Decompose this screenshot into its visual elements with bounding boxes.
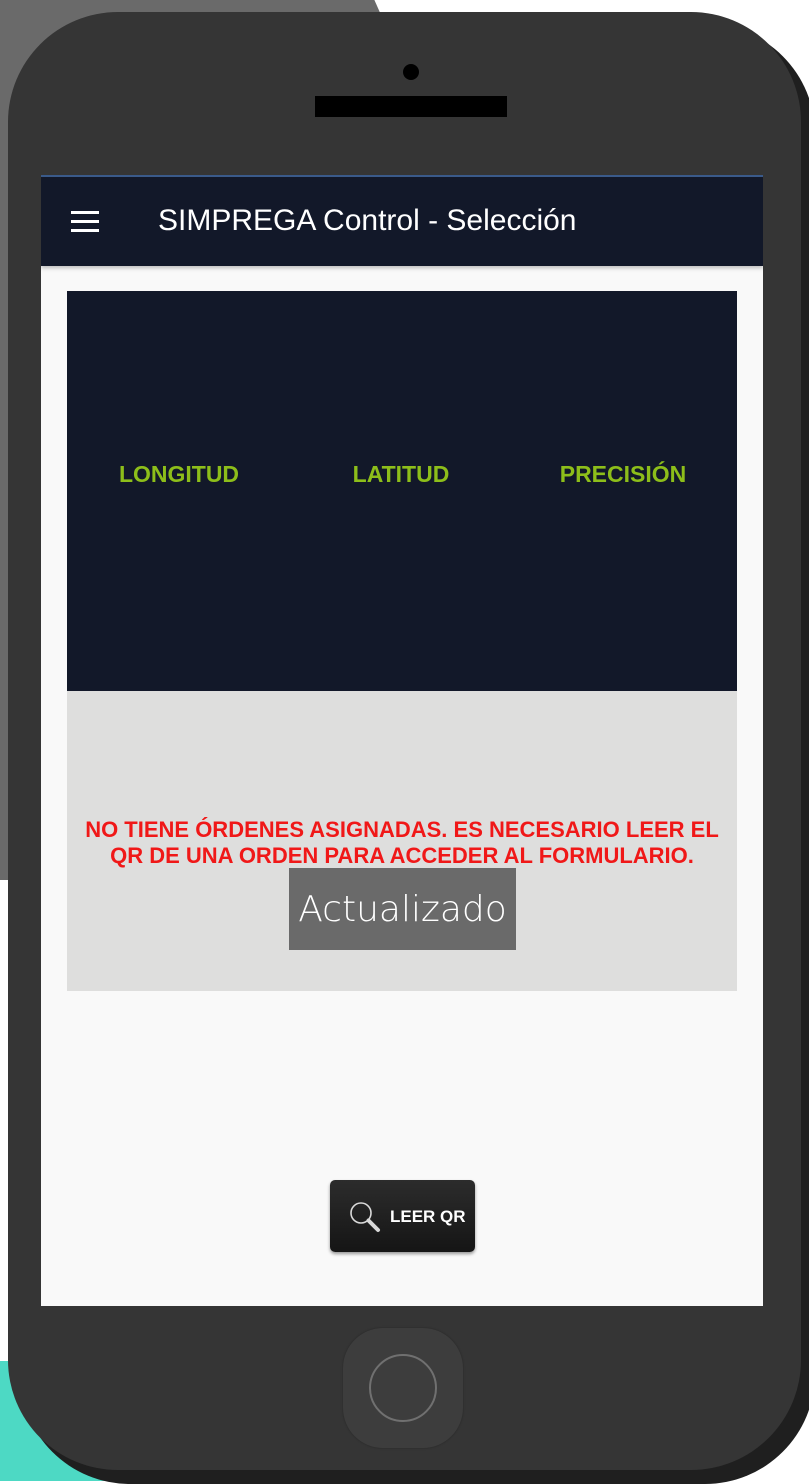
latitude-label: LATITUD bbox=[352, 461, 450, 487]
no-orders-warning: NO TIENE ÓRDENES ASIGNADAS. ES NECESARIO… bbox=[67, 817, 737, 869]
home-button-ring bbox=[369, 1354, 437, 1422]
read-qr-label: LEER QR bbox=[390, 1207, 466, 1226]
hamburger-menu-icon[interactable] bbox=[69, 209, 103, 235]
app-bar: SIMPREGA Control - Selección bbox=[41, 175, 763, 266]
warning-line-2: QR DE UNA ORDEN PARA ACCEDER AL FORMULAR… bbox=[110, 843, 694, 868]
read-qr-button[interactable]: LEER QR bbox=[330, 1180, 475, 1252]
earpiece-speaker bbox=[315, 96, 507, 117]
longitude-label: LONGITUD bbox=[118, 461, 240, 487]
coordinates-panel: LONGITUD LATITUD PRECISIÓN bbox=[67, 291, 737, 691]
app-title: SIMPREGA Control - Selección bbox=[158, 204, 577, 237]
home-button[interactable] bbox=[343, 1328, 463, 1448]
phone-screen: SIMPREGA Control - Selección LONGITUD LA… bbox=[41, 175, 763, 1306]
front-camera bbox=[403, 64, 419, 80]
precision-label: PRECISIÓN bbox=[559, 461, 687, 487]
warning-line-1: NO TIENE ÓRDENES ASIGNADAS. ES NECESARIO… bbox=[85, 817, 719, 842]
updated-toast: Actualizado bbox=[289, 868, 516, 950]
search-icon bbox=[350, 1202, 380, 1232]
